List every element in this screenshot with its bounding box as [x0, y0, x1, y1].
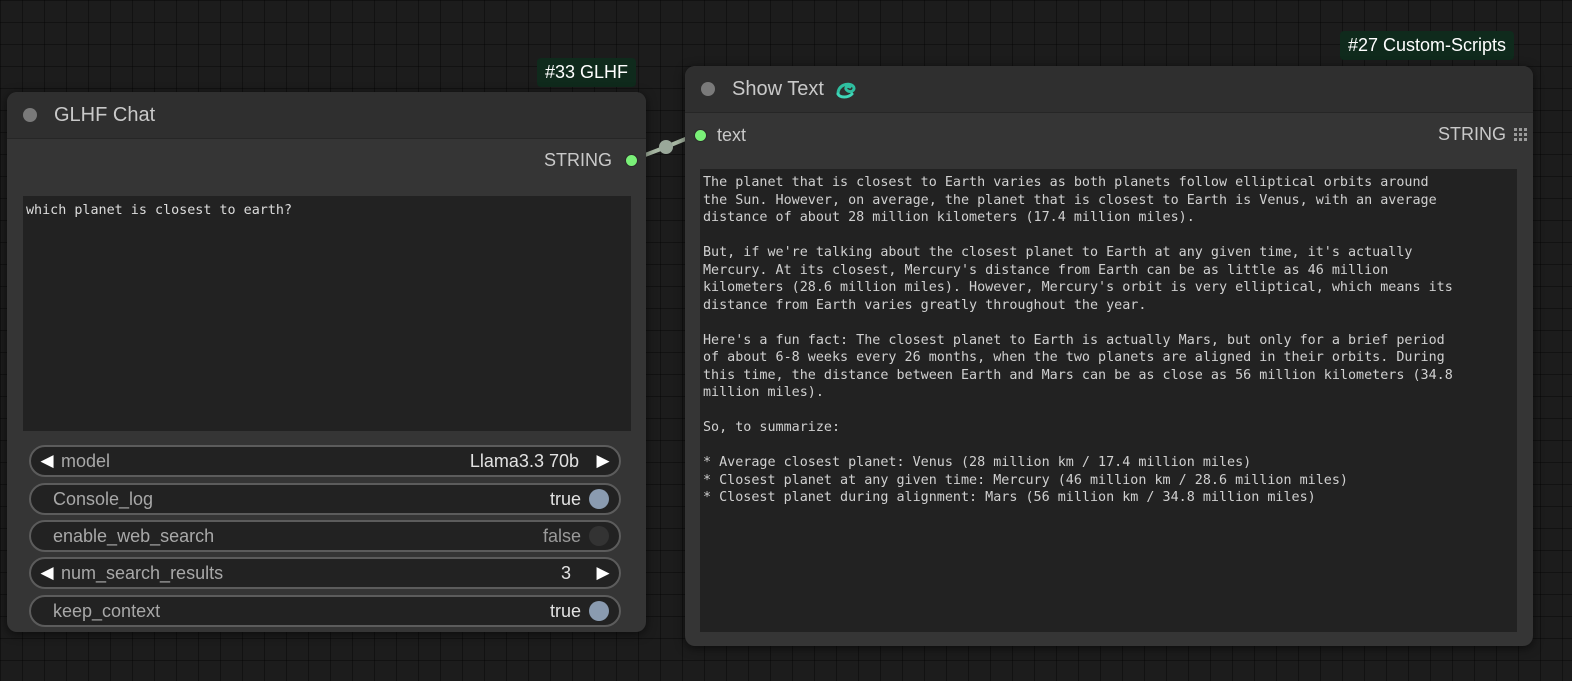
- num-search-results-stepper[interactable]: ◀ num_search_results 3 ▶: [29, 557, 621, 589]
- input-slot-label: text: [717, 125, 747, 145]
- decrement-arrow-icon[interactable]: ◀: [37, 451, 57, 471]
- widget-label: model: [61, 450, 111, 471]
- toggle-indicator-icon[interactable]: [589, 489, 609, 509]
- node-header[interactable]: GLHF Chat: [7, 92, 646, 139]
- input-slot-text[interactable]: text: [694, 125, 746, 146]
- node-title: GLHF Chat: [54, 103, 156, 126]
- widget-label: Console_log: [53, 488, 154, 509]
- snake-icon: [834, 77, 858, 101]
- collapse-toggle[interactable]: [701, 82, 715, 96]
- widget-label: keep_context: [53, 600, 161, 621]
- output-text-display[interactable]: The planet that is closest to Earth vari…: [700, 169, 1517, 632]
- increment-arrow-icon[interactable]: ▶: [593, 451, 613, 471]
- widget-value: true: [549, 488, 581, 509]
- widget-label: num_search_results: [61, 562, 224, 583]
- widget-value: Llama3.3 70b: [469, 450, 579, 471]
- keep-context-toggle[interactable]: keep_context true: [29, 595, 621, 627]
- glhf-chat-node[interactable]: GLHF Chat STRING which planet is closest…: [7, 92, 646, 632]
- output-slot-label: STRING: [543, 150, 612, 170]
- console-log-toggle[interactable]: Console_log true: [29, 483, 621, 515]
- node-badge-custom-scripts: #27 Custom-Scripts: [1340, 31, 1515, 60]
- decrement-arrow-icon[interactable]: ◀: [37, 563, 57, 583]
- toggle-indicator-icon[interactable]: [589, 526, 609, 546]
- widget-value: 3: [560, 562, 571, 583]
- widget-label: enable_web_search: [53, 525, 215, 546]
- grid-slot-icon[interactable]: [1514, 128, 1527, 141]
- output-slot-label: STRING: [1437, 124, 1506, 144]
- output-slot-string[interactable]: STRING: [1438, 124, 1527, 145]
- increment-arrow-icon[interactable]: ▶: [593, 563, 613, 583]
- node-title: Show Text: [732, 77, 824, 100]
- output-slot-string[interactable]: STRING: [544, 150, 638, 171]
- prompt-textarea[interactable]: which planet is closest to earth?: [23, 196, 631, 431]
- node-header[interactable]: Show Text: [685, 66, 1533, 113]
- input-slot-dot[interactable]: [694, 129, 707, 142]
- show-text-node[interactable]: Show Text text STRING The planet that is…: [685, 66, 1533, 646]
- enable-web-search-toggle[interactable]: enable_web_search false: [29, 520, 621, 552]
- widget-value: false: [542, 525, 581, 546]
- toggle-indicator-icon[interactable]: [589, 601, 609, 621]
- output-slot-dot[interactable]: [625, 154, 638, 167]
- collapse-toggle[interactable]: [23, 108, 37, 122]
- widget-value: true: [549, 600, 581, 621]
- model-combo[interactable]: ◀ model Llama3.3 70b ▶: [29, 445, 621, 477]
- node-badge-glhf: #33 GLHF: [537, 58, 637, 87]
